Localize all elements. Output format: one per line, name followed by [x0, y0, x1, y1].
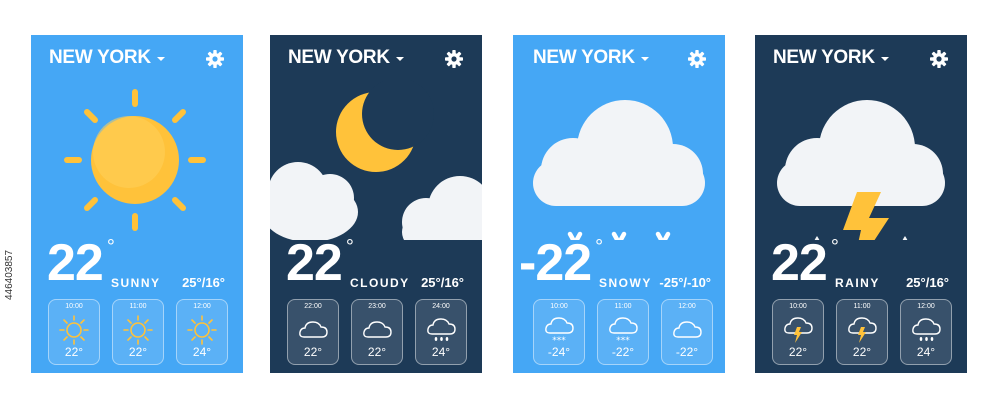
weather-card-sunny: NEW YORK 22 ° SUNNY 25°/16° 10:00 22° 11…: [31, 35, 243, 373]
city-name: NEW YORK: [49, 47, 151, 68]
snow-cloud-icon: [533, 100, 705, 240]
hour-temperature: 22°: [852, 345, 872, 359]
current-temperature: 22 °: [771, 233, 839, 293]
current-temperature: -22 °: [519, 233, 603, 293]
hourly-forecast: 22:00 22° 23:00 22° 24:00 24°: [287, 299, 467, 365]
hourly-tile[interactable]: 24:00 24°: [415, 299, 467, 365]
hour-temperature: -22°: [611, 345, 635, 359]
temperature-value: 22: [771, 234, 828, 292]
city-name: NEW YORK: [288, 47, 390, 68]
temperature-value: 22: [47, 234, 104, 292]
sun-icon: [64, 89, 206, 231]
city-selector[interactable]: NEW YORK: [773, 47, 889, 69]
hour-time: 22:00: [304, 303, 322, 310]
current-temperature: 22 °: [286, 233, 354, 293]
rain-cloud-icon: [427, 318, 456, 341]
sun-icon: [187, 315, 217, 345]
hour-time: 11:00: [853, 303, 871, 310]
hour-time: 12:00: [678, 303, 696, 310]
hourly-tile[interactable]: 12:00 -22°: [661, 299, 713, 365]
chevron-down-icon: [156, 57, 165, 61]
temperature-range: 25°/16°: [906, 275, 949, 290]
hour-temperature: 22°: [367, 345, 387, 359]
image-id-watermark: 446403857: [4, 249, 15, 300]
hour-time: 23:00: [368, 303, 386, 310]
hour-temperature: 24°: [916, 345, 936, 359]
hour-time: 24:00: [432, 303, 450, 310]
gear-icon[interactable]: [205, 49, 225, 69]
hour-temperature: 22°: [788, 345, 808, 359]
chevron-down-icon: [640, 57, 649, 61]
moon-cloud-icon: [270, 80, 482, 240]
hourly-forecast: 10:00 22° 11:00 22° 12:00 24°: [48, 299, 228, 365]
weather-card-snowy: NEW YORK -22 ° SNOWY -25°/-10° 10:00 ***…: [513, 35, 725, 373]
cloud-icon: [299, 321, 328, 338]
hour-time: 11:00: [614, 303, 632, 310]
city-selector[interactable]: NEW YORK: [288, 47, 404, 69]
hour-time: 10:00: [65, 303, 83, 310]
hour-time: 12:00: [917, 303, 935, 310]
hourly-forecast: 10:00 22° 11:00 22° 12:00 24°: [772, 299, 952, 365]
city-selector[interactable]: NEW YORK: [49, 47, 165, 69]
cloud-icon: [673, 321, 702, 338]
city-selector[interactable]: NEW YORK: [533, 47, 649, 69]
gear-icon[interactable]: [929, 49, 949, 69]
condition-label: RAINY: [835, 276, 880, 290]
sun-icon: [123, 315, 153, 345]
hour-temperature: 24°: [431, 345, 451, 359]
gear-icon[interactable]: [444, 49, 464, 69]
condition-label: SNOWY: [599, 276, 652, 290]
gear-icon[interactable]: [687, 49, 707, 69]
cloud-icon: [363, 321, 392, 338]
hourly-tile[interactable]: 12:00 24°: [176, 299, 228, 365]
temperature-range: 25°/16°: [182, 275, 225, 290]
chevron-down-icon: [880, 57, 889, 61]
hour-temperature: 22°: [64, 345, 84, 359]
rain-cloud-icon: [912, 318, 941, 341]
hourly-tile[interactable]: 22:00 22°: [287, 299, 339, 365]
hour-temperature: 22°: [303, 345, 323, 359]
hour-time: 10:00: [550, 303, 568, 310]
temperature-range: -25°/-10°: [659, 275, 711, 290]
temperature-value: -22: [519, 234, 592, 292]
hourly-forecast: 10:00 *** -24° 11:00 *** -22° 12:00 -22°: [533, 299, 713, 365]
hour-temperature: -24°: [547, 345, 571, 359]
hourly-tile[interactable]: 11:00 22°: [836, 299, 888, 365]
hourly-tile[interactable]: 12:00 24°: [900, 299, 952, 365]
hourly-tile[interactable]: 10:00 22°: [48, 299, 100, 365]
condition-label: SUNNY: [111, 276, 161, 290]
hour-temperature: -22°: [675, 345, 699, 359]
hourly-tile[interactable]: 10:00 22°: [772, 299, 824, 365]
weather-card-rainy: NEW YORK 22 ° RAINY 25°/16° 10:00 22° 11…: [755, 35, 967, 373]
hour-time: 10:00: [789, 303, 807, 310]
hourly-tile[interactable]: 23:00 22°: [351, 299, 403, 365]
hourly-tile[interactable]: 11:00 *** -22°: [597, 299, 649, 365]
storm-cloud-icon: [777, 100, 945, 240]
city-name: NEW YORK: [773, 47, 875, 68]
hour-temperature: 22°: [128, 345, 148, 359]
snow-cloud-icon: ***: [609, 317, 638, 346]
hourly-tile[interactable]: 10:00 *** -24°: [533, 299, 585, 365]
temperature-value: 22: [286, 234, 343, 292]
hourly-tile[interactable]: 11:00 22°: [112, 299, 164, 365]
hour-time: 11:00: [129, 303, 147, 310]
snow-cloud-icon: ***: [545, 317, 574, 346]
storm-cloud-icon: [784, 317, 813, 343]
storm-cloud-icon: [848, 317, 877, 343]
hour-time: 12:00: [193, 303, 211, 310]
temperature-range: 25°/16°: [421, 275, 464, 290]
current-temperature: 22 °: [47, 233, 115, 293]
city-name: NEW YORK: [533, 47, 635, 68]
sun-icon: [59, 315, 89, 345]
hour-temperature: 24°: [192, 345, 212, 359]
condition-label: CLOUDY: [350, 276, 410, 290]
chevron-down-icon: [395, 57, 404, 61]
weather-card-cloudy: NEW YORK 22 ° CLOUDY 25°/16° 22:00 22° 2…: [270, 35, 482, 373]
